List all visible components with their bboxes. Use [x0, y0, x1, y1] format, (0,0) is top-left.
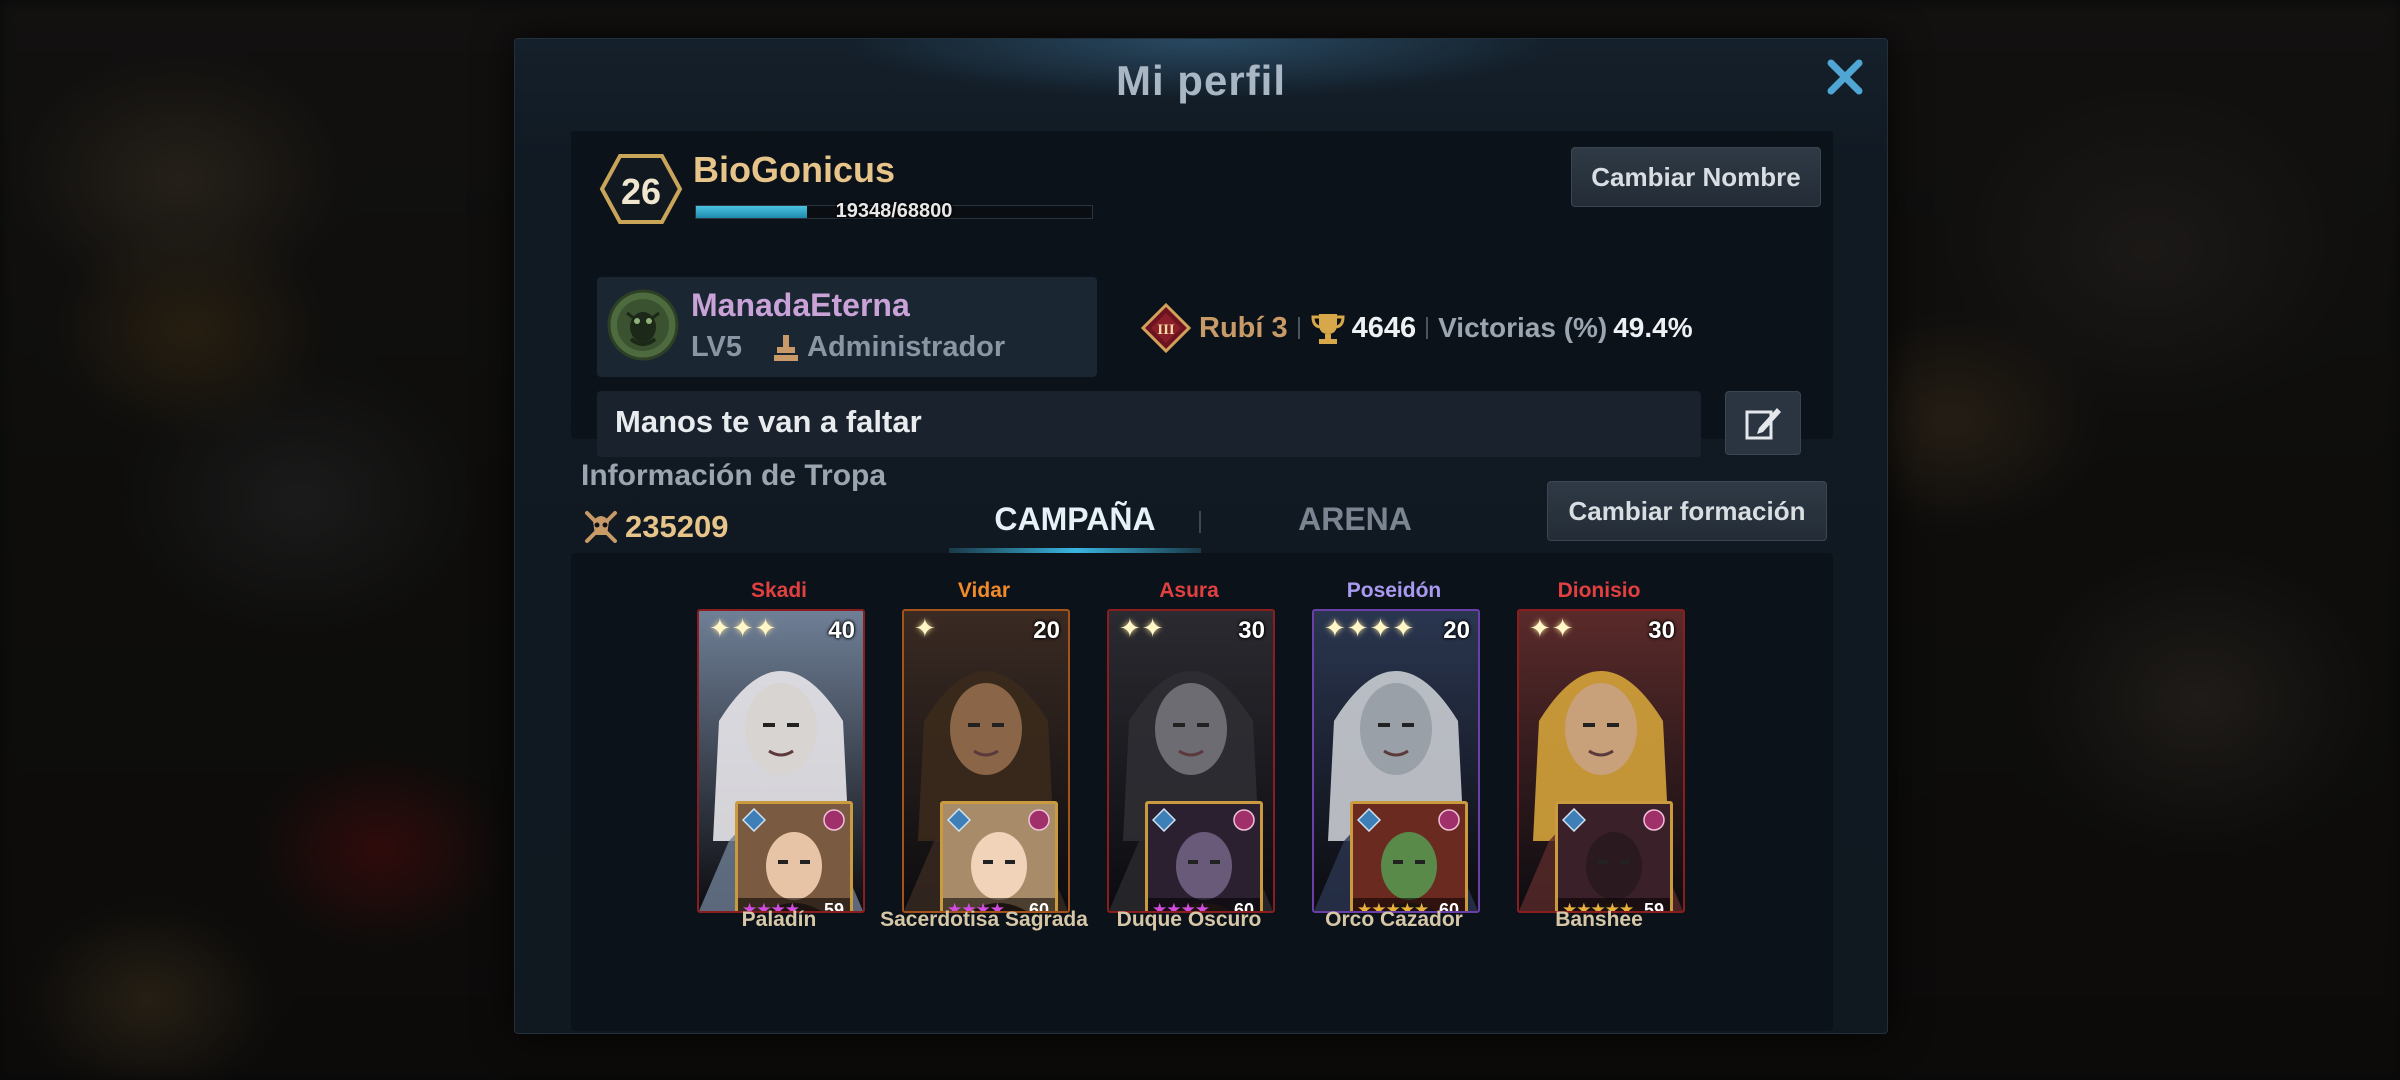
hero-name: Poseidón — [1346, 579, 1442, 602]
hero-portrait[interactable]: ✦✦✦✦ 20 ★★★★★ 60 — [1312, 609, 1480, 913]
hero-stars: ✦✦✦ — [709, 613, 778, 643]
pet-element-icon — [1643, 809, 1665, 831]
admin-icon — [774, 335, 798, 361]
motto-field[interactable]: Manos te van a faltar — [597, 391, 1701, 457]
player-stats: III Rubí 3 4646 Victorias (%) 49.4% — [1141, 303, 1693, 353]
pet-name: Orco Cazador — [1325, 908, 1463, 931]
tab-arena-label: ARENA — [1298, 501, 1412, 537]
divider — [1426, 317, 1429, 339]
hero-portrait[interactable]: ✦✦ 30 ★★★★★ 59 — [1517, 609, 1685, 913]
player-card: 26 BioGonicus 19348/68800 Cambiar Nombre… — [571, 131, 1833, 457]
pet-class-icon — [1152, 808, 1176, 832]
hero-level: 30 — [1238, 617, 1265, 644]
guild-role: Administrador — [807, 331, 1006, 363]
team-lineup: Skadi ✦✦✦ 40 ★★★★ 59 Paladín Vidar ✦ 20 … — [571, 553, 1833, 1031]
edit-motto-button[interactable] — [1725, 391, 1801, 455]
player-name: BioGonicus — [693, 149, 896, 190]
hero-slot: Dionisio ✦✦ 30 ★★★★★ 59 Banshee — [1509, 579, 1689, 979]
guild-panel[interactable]: ManadaEterna LV5 Administrador — [597, 277, 1097, 377]
hero-stars: ✦✦ — [1529, 613, 1575, 643]
pet-card[interactable]: ★★★★ 60 — [940, 801, 1058, 911]
trophy-icon — [1311, 314, 1345, 344]
divider — [1297, 317, 1300, 339]
hero-level: 40 — [828, 617, 855, 644]
rank-badge-icon: III — [1141, 303, 1191, 353]
rank-numeral: III — [1157, 322, 1175, 338]
hero-slot: Vidar ✦ 20 ★★★★ 60 Sacerdotisa Sagrada — [880, 579, 1088, 979]
hero-slot: Poseidón ✦✦✦✦ 20 ★★★★★ 60 Orco Cazador — [1304, 579, 1484, 979]
profile-dialog: Mi perfil 26 BioGonicus 19348/68800 Camb… — [514, 38, 1888, 1034]
troop-info-title: Información de Tropa — [581, 459, 887, 492]
pet-name: Paladín — [741, 908, 817, 931]
hero-name: Skadi — [750, 579, 808, 602]
hero-portrait[interactable]: ✦✦ 30 ★★★★ 60 — [1107, 609, 1275, 913]
player-level: 26 — [620, 171, 662, 212]
rename-button[interactable]: Cambiar Nombre — [1571, 147, 1821, 207]
hero-name: Asura — [1159, 579, 1219, 602]
pet-card[interactable]: ★★★★ 60 — [1145, 801, 1263, 911]
close-button[interactable] — [1821, 53, 1869, 101]
tab-arena[interactable]: ARENA — [1255, 501, 1455, 553]
hero-slot: Asura ✦✦ 30 ★★★★ 60 Duque Oscuro — [1099, 579, 1279, 979]
hero-name: Dionisio — [1557, 579, 1641, 602]
pet-element-icon — [823, 809, 845, 831]
guild-level: LV5 — [691, 331, 743, 363]
pet-card[interactable]: ★★★★ 59 — [735, 801, 853, 911]
hero-portrait[interactable]: ✦ 20 ★★★★ 60 — [902, 609, 1070, 913]
close-icon — [1827, 59, 1863, 95]
hero-portrait[interactable]: ✦✦✦ 40 ★★★★ 59 — [697, 609, 865, 913]
pet-element-icon — [1233, 809, 1255, 831]
pet-name: Sacerdotisa Sagrada — [880, 908, 1088, 931]
xp-bar: 19348/68800 — [695, 200, 1093, 222]
xp-text: 19348/68800 — [835, 200, 953, 222]
pet-name: Duque Oscuro — [1116, 908, 1262, 931]
hero-slot: Skadi ✦✦✦ 40 ★★★★ 59 Paladín — [689, 579, 869, 979]
tab-divider — [1199, 511, 1201, 533]
pet-name: Banshee — [1555, 908, 1643, 931]
hero-level: 20 — [1033, 617, 1060, 644]
pet-card[interactable]: ★★★★★ 60 — [1350, 801, 1468, 911]
hero-stars: ✦✦✦✦ — [1324, 613, 1416, 643]
pet-element-icon — [1438, 809, 1460, 831]
motto-text: Manos te van a faltar — [615, 404, 922, 439]
hero-stars: ✦ — [914, 613, 937, 643]
pet-class-icon — [1357, 808, 1381, 832]
change-formation-button[interactable]: Cambiar formación — [1547, 481, 1827, 541]
pet-class-icon — [742, 808, 766, 832]
power-icon — [585, 511, 617, 543]
win-rate-label: Victorias (%) — [1438, 312, 1608, 343]
edit-icon — [1745, 408, 1781, 440]
pet-element-icon — [1028, 809, 1050, 831]
hero-level: 30 — [1648, 617, 1675, 644]
dialog-title: Mi perfil — [1115, 57, 1286, 104]
guild-name: ManadaEterna — [691, 287, 910, 323]
pet-class-icon — [947, 808, 971, 832]
tab-campaign-label: CAMPAÑA — [994, 501, 1156, 537]
win-rate-value: 49.4% — [1613, 312, 1693, 343]
trophy-count: 4646 — [1351, 311, 1417, 344]
player-level-badge: 26 — [599, 153, 683, 225]
hero-level: 20 — [1443, 617, 1470, 644]
rank-label: Rubí 3 — [1199, 311, 1288, 344]
pet-card[interactable]: ★★★★★ 59 — [1555, 801, 1673, 911]
troop-power: 235209 — [625, 509, 729, 544]
tab-campaign[interactable]: CAMPAÑA — [949, 501, 1201, 553]
pet-class-icon — [1562, 808, 1586, 832]
hero-name: Vidar — [957, 579, 1011, 602]
guild-emblem-icon — [607, 289, 679, 361]
hero-stars: ✦✦ — [1119, 613, 1165, 643]
